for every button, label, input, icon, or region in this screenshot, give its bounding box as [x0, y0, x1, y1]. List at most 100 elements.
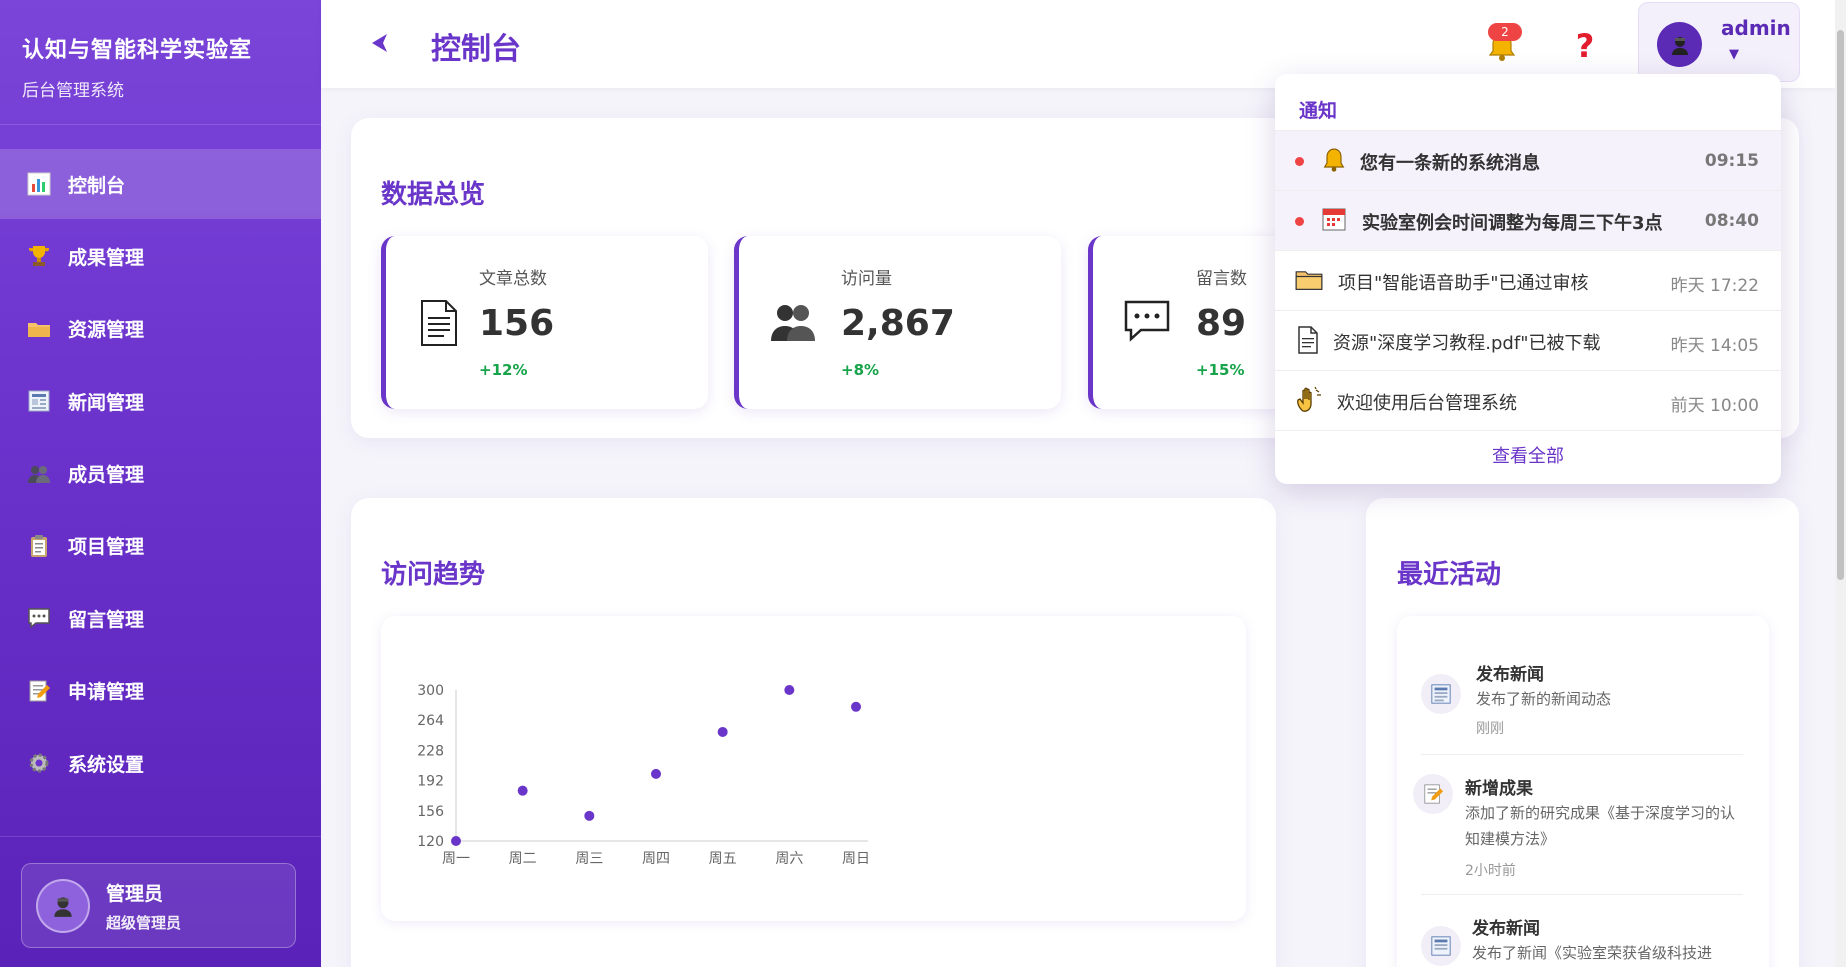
activity-title: 新增成果 [1465, 779, 1533, 799]
folder-icon [26, 316, 52, 342]
data-point [717, 726, 728, 737]
users-icon [26, 461, 52, 487]
unread-dot [1295, 157, 1304, 166]
chevron-down-icon: ▼ [1729, 47, 1739, 62]
brand: 认知与智能科学实验室 后台管理系统 [0, 0, 321, 125]
sidebar-divider [0, 836, 321, 837]
notification-text: 项目"智能语音助手"已通过审核 [1338, 273, 1589, 294]
bar-chart-icon [26, 171, 52, 197]
sidebar-item-label: 申请管理 [68, 681, 145, 704]
activity-desc: 添加了新的研究成果《基于深度学习的认知建模方法》 [1465, 804, 1736, 848]
notification-item[interactable]: 欢迎使用后台管理系统 前天 10:00 [1275, 370, 1781, 430]
y-tick-label: 192 [417, 774, 444, 790]
sidebar-item-applications[interactable]: 申请管理 [0, 656, 321, 726]
sidebar-user-card[interactable]: 管理员 超级管理员 [21, 863, 296, 948]
sidebar-item-label: 成果管理 [68, 246, 145, 269]
sidebar-item-projects[interactable]: 项目管理 [0, 511, 321, 581]
activity-item[interactable]: 发布新闻 发布了新闻《实验室荣获省级科技进 [1421, 914, 1743, 967]
notification-time: 09:15 [1704, 151, 1759, 171]
activity-time: 2小时前 [1465, 863, 1516, 879]
help-button[interactable]: ? [1570, 28, 1600, 64]
view-all-notifications-link[interactable]: 查看全部 [1275, 430, 1781, 483]
notification-text: 您有一条新的系统消息 [1360, 153, 1540, 174]
chevron-left-icon [372, 34, 387, 52]
data-point [517, 785, 528, 796]
sidebar-item-achievements[interactable]: 成果管理 [0, 221, 321, 291]
trend-chart-svg: 120 156 192 228 264 300 周一 周二 周三 周四 周五 周六 周日 [417, 683, 870, 867]
notification-text: 实验室例会时间调整为每周三下午3点 [1362, 213, 1663, 234]
notification-dropdown: 通知 您有一条新的系统消息 09:15 实验室例会时间调整为每周三下午3点 08… [1275, 74, 1781, 484]
stat-value: 2,867 [841, 303, 955, 344]
sidebar-item-news[interactable]: 新闻管理 [0, 366, 321, 436]
x-tick-label: 周日 [842, 851, 870, 867]
notification-time: 前天 10:00 [1670, 396, 1759, 416]
document-icon [1296, 326, 1324, 354]
notification-item[interactable]: 实验室例会时间调整为每周三下午3点 08:40 [1275, 190, 1781, 250]
gear-icon [26, 750, 52, 776]
newspaper-icon [26, 388, 52, 414]
activity-title: 最近活动 [1397, 560, 1502, 590]
newspaper-icon [1421, 926, 1461, 966]
x-tick-label: 周六 [775, 851, 803, 867]
data-point [851, 701, 861, 712]
x-tick-label: 周四 [642, 851, 670, 867]
sidebar-item-messages[interactable]: 留言管理 [0, 583, 321, 653]
activity-time: 刚刚 [1476, 721, 1504, 737]
page-scrollbar[interactable] [1835, 0, 1846, 967]
trend-chart: 120 156 192 228 264 300 周一 周二 周三 周四 周五 周六 周日 [381, 616, 1246, 921]
sidebar-item-label: 项目管理 [68, 536, 145, 559]
stat-card-articles: 文章总数 156 +12% [381, 236, 708, 409]
x-tick-label: 周一 [442, 851, 470, 867]
notification-item[interactable]: 您有一条新的系统消息 09:15 [1275, 130, 1781, 190]
notification-title: 通知 [1299, 100, 1338, 122]
notification-time: 昨天 14:05 [1670, 336, 1759, 356]
stat-change: +12% [479, 361, 528, 379]
document-icon [416, 299, 460, 347]
x-tick-label: 周五 [709, 851, 737, 867]
sidebar-item-label: 系统设置 [68, 753, 145, 776]
sidebar-item-members[interactable]: 成员管理 [0, 439, 321, 509]
newspaper-icon [1421, 674, 1461, 714]
y-tick-label: 300 [417, 683, 444, 699]
sidebar-user-role: 超级管理员 [106, 913, 182, 932]
calendar-icon [1321, 206, 1349, 234]
notification-badge: 2 [1488, 23, 1522, 41]
sidebar-item-label: 成员管理 [68, 464, 145, 487]
sidebar-item-resources[interactable]: 资源管理 [0, 294, 321, 364]
y-tick-label: 228 [417, 743, 444, 759]
scrollbar-thumb[interactable] [1837, 30, 1844, 580]
activity-list: 发布新闻 发布了新的新闻动态 刚刚 新增成果 添加了新的研究成果《基于深度学习的… [1397, 616, 1769, 967]
activity-item[interactable]: 发布新闻 发布了新的新闻动态 刚刚 [1421, 656, 1743, 746]
sidebar-item-dashboard[interactable]: 控制台 [0, 149, 321, 219]
memo-icon [1413, 774, 1453, 814]
stat-change: +8% [841, 361, 880, 379]
stat-card-visits: 访问量 2,867 +8% [734, 236, 1061, 409]
stat-label: 留言数 [1196, 269, 1247, 289]
notification-item[interactable]: 项目"智能语音助手"已通过审核 昨天 17:22 [1275, 250, 1781, 310]
stat-label: 访问量 [841, 269, 892, 289]
stat-label: 文章总数 [479, 269, 547, 289]
sidebar-nav: 控制台 成果管理 资源管理 新闻管理 成员管理 项目管理 留言管理 申请管理 系… [0, 149, 321, 798]
y-tick-label: 264 [417, 713, 444, 729]
avatar [36, 878, 90, 933]
waving-hand-icon [1295, 386, 1323, 414]
brand-title: 认知与智能科学实验室 [22, 38, 253, 63]
avatar [1657, 22, 1702, 67]
unread-dot [1295, 217, 1304, 226]
activity-item[interactable]: 新增成果 添加了新的研究成果《基于深度学习的认知建模方法》 2小时前 [1413, 774, 1743, 884]
activity-desc: 发布了新闻《实验室荣获省级科技进 [1472, 944, 1713, 962]
stat-value: 89 [1196, 303, 1247, 344]
brand-subtitle: 后台管理系统 [22, 81, 124, 101]
user-menu-button[interactable]: admin ▼ [1638, 2, 1800, 82]
data-point [584, 810, 595, 821]
stat-value: 156 [479, 303, 555, 344]
folder-icon [1295, 266, 1323, 294]
notification-item[interactable]: 资源"深度学习教程.pdf"已被下载 昨天 14:05 [1275, 310, 1781, 370]
users-icon [769, 299, 815, 347]
sidebar-item-settings[interactable]: 系统设置 [0, 728, 321, 798]
x-tick-label: 周二 [509, 851, 537, 867]
y-tick-label: 120 [417, 834, 444, 850]
sidebar-item-label: 控制台 [68, 174, 126, 197]
notification-time: 08:40 [1704, 211, 1759, 231]
collapse-sidebar-button[interactable] [365, 28, 395, 58]
